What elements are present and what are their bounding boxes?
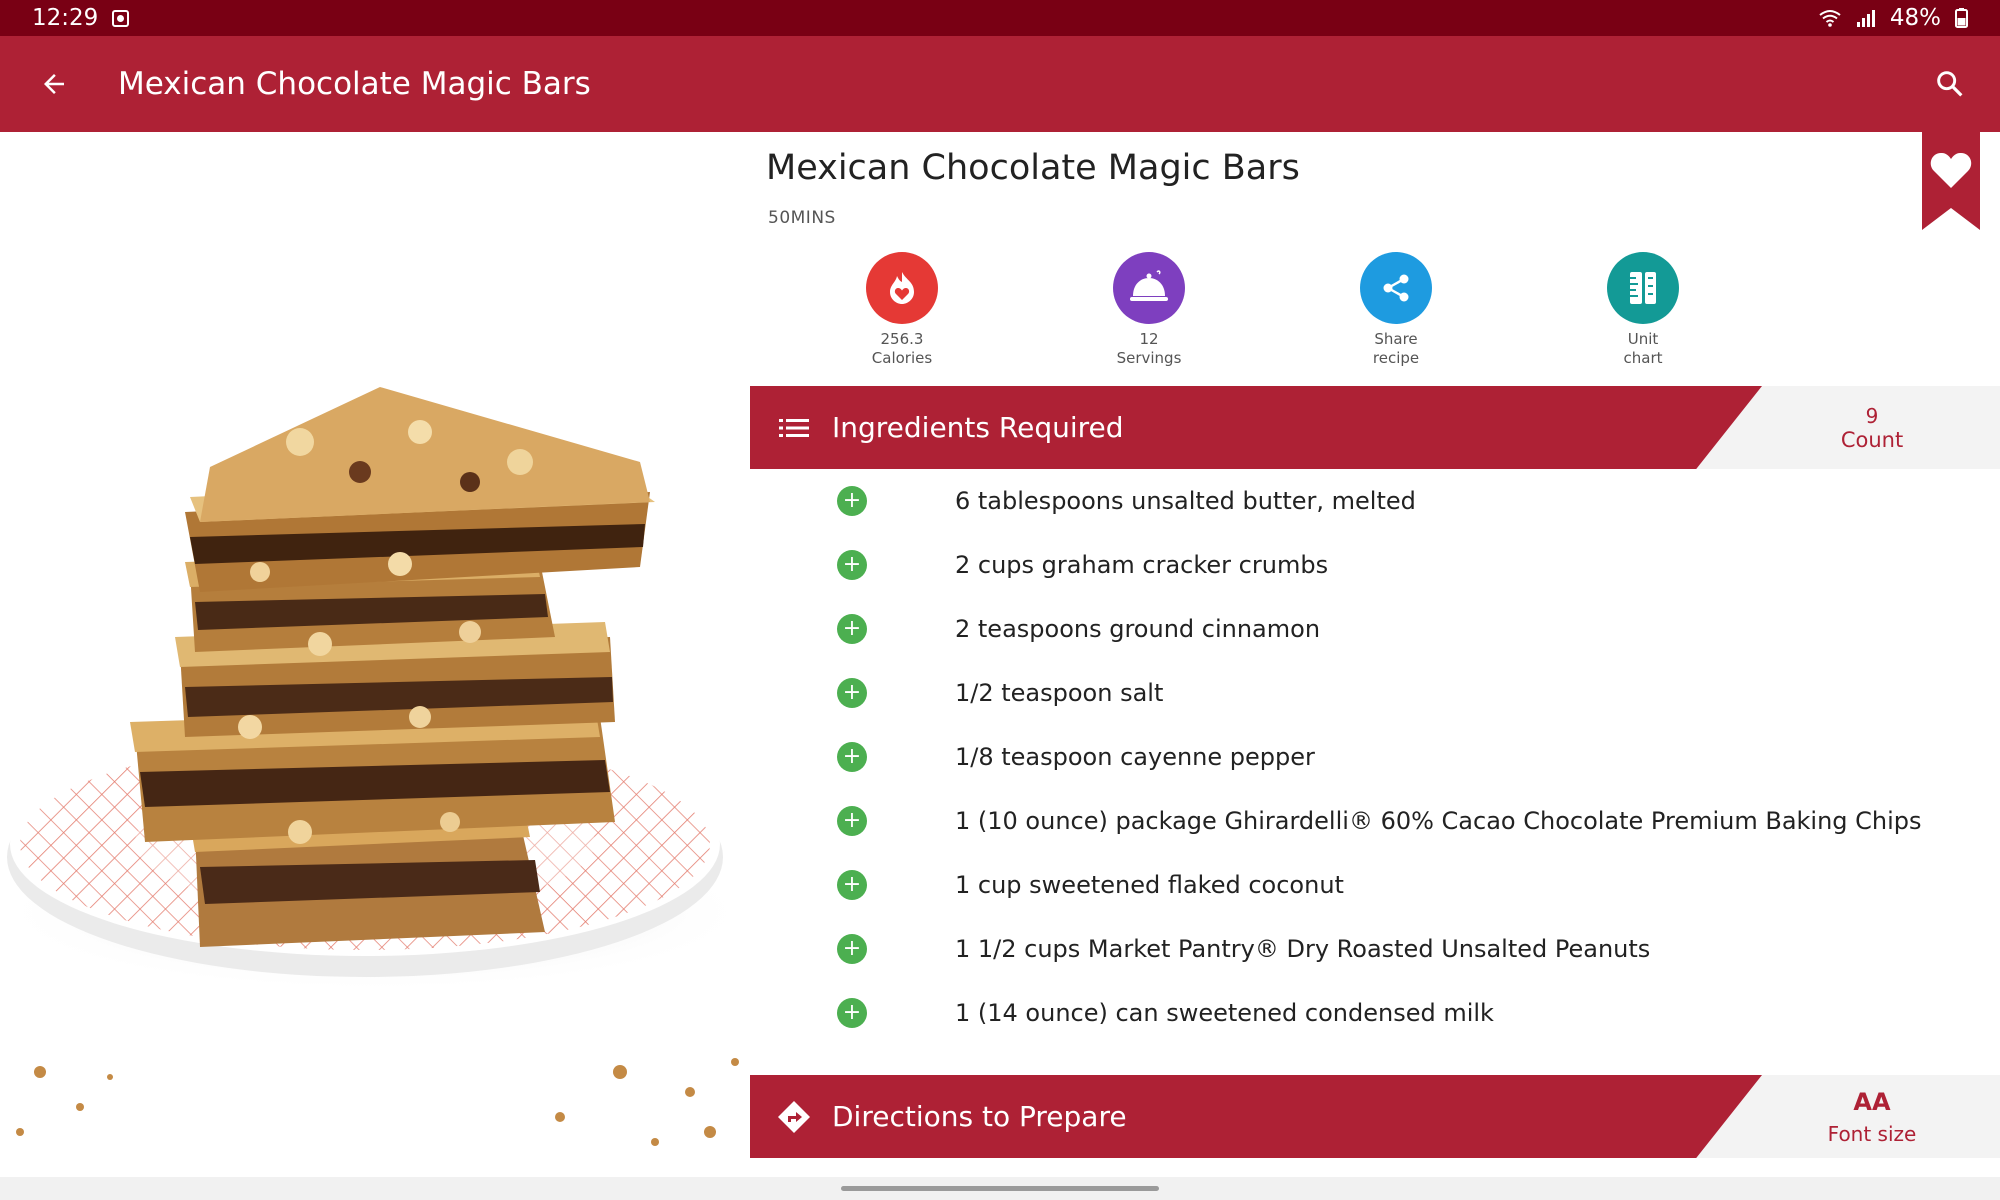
plus-icon: + bbox=[842, 936, 862, 961]
share-label-line2: recipe bbox=[1372, 349, 1420, 367]
recipe-detail: Mexican Chocolate Magic Bars 50MINS 256.… bbox=[750, 132, 2000, 1177]
directions-header[interactable]: Directions to Prepare AA Font size bbox=[750, 1075, 2000, 1158]
back-button[interactable] bbox=[26, 56, 82, 112]
home-handle[interactable] bbox=[841, 1186, 1159, 1191]
app-bar: Mexican Chocolate Magic Bars bbox=[0, 36, 2000, 132]
add-ingredient-button[interactable]: + bbox=[837, 870, 867, 900]
ingredient-row: + 1 (10 ounce) package Ghirardelli® 60% … bbox=[750, 789, 2000, 853]
ingredient-row: + 1 cup sweetened flaked coconut bbox=[750, 853, 2000, 917]
ingredient-text: 2 cups graham cracker crumbs bbox=[955, 551, 1329, 579]
ingredient-count-label: Count bbox=[1840, 427, 1904, 452]
ingredient-text: 1/8 teaspoon cayenne pepper bbox=[955, 743, 1315, 771]
plus-icon: + bbox=[842, 744, 862, 769]
recipe-title: Mexican Chocolate Magic Bars bbox=[766, 148, 1300, 188]
battery-icon bbox=[1955, 8, 1968, 28]
status-bar: 12:29 48% bbox=[0, 0, 2000, 36]
ingredient-row: + 1 1/2 cups Market Pantry® Dry Roasted … bbox=[750, 917, 2000, 981]
calories-label: Calories bbox=[871, 349, 933, 367]
add-ingredient-button[interactable]: + bbox=[837, 806, 867, 836]
add-ingredient-button[interactable]: + bbox=[837, 486, 867, 516]
arrow-back-icon bbox=[44, 74, 64, 94]
ingredient-count: 9 Count bbox=[1744, 386, 2000, 469]
recipe-time: 50MINS bbox=[768, 208, 836, 228]
ingredient-row: + 1/2 teaspoon salt bbox=[750, 661, 2000, 725]
ingredient-row: + 2 teaspoons ground cinnamon bbox=[750, 597, 2000, 661]
add-ingredient-button[interactable]: + bbox=[837, 614, 867, 644]
wifi-icon bbox=[1819, 10, 1841, 27]
directions-title: Directions to Prepare bbox=[832, 1100, 1127, 1133]
ingredient-text: 6 tablespoons unsalted butter, melted bbox=[955, 487, 1416, 515]
ingredient-count-value: 9 bbox=[1865, 403, 1879, 428]
share-recipe-button[interactable]: Share recipe bbox=[1316, 252, 1476, 368]
ingredients-title: Ingredients Required bbox=[832, 411, 1124, 444]
plus-icon: + bbox=[842, 488, 862, 513]
servings-stat[interactable]: 12 Servings bbox=[1069, 252, 1229, 368]
ingredient-text: 1 cup sweetened flaked coconut bbox=[955, 871, 1344, 899]
add-ingredient-button[interactable]: + bbox=[837, 934, 867, 964]
add-ingredient-button[interactable]: + bbox=[837, 678, 867, 708]
calories-value: 256.3 bbox=[880, 330, 924, 348]
ingredient-row: + 1 (14 ounce) can sweetened condensed m… bbox=[750, 981, 2000, 1045]
plus-icon: + bbox=[842, 808, 862, 833]
list-icon bbox=[774, 408, 814, 448]
unit-chart-icon bbox=[1607, 252, 1679, 324]
add-ingredient-button[interactable]: + bbox=[837, 742, 867, 772]
calories-icon bbox=[866, 252, 938, 324]
ingredient-text: 1 (14 ounce) can sweetened condensed mil… bbox=[955, 999, 1494, 1027]
servings-icon bbox=[1113, 252, 1185, 324]
ingredient-row: + 1/8 teaspoon cayenne pepper bbox=[750, 725, 2000, 789]
add-ingredient-button[interactable]: + bbox=[837, 550, 867, 580]
unit-chart-button[interactable]: Unit chart bbox=[1563, 252, 1723, 368]
plus-icon: + bbox=[842, 680, 862, 705]
add-ingredient-button[interactable]: + bbox=[837, 998, 867, 1028]
servings-label: Servings bbox=[1116, 349, 1182, 367]
ingredient-row: + 6 tablespoons unsalted butter, melted bbox=[750, 469, 2000, 533]
font-size-icon: AA bbox=[1853, 1087, 1891, 1116]
favorite-button[interactable] bbox=[1922, 132, 1980, 230]
share-label-line1: Share bbox=[1374, 330, 1418, 348]
search-button[interactable] bbox=[1922, 56, 1978, 112]
unit-chart-label-line2: chart bbox=[1623, 349, 1663, 367]
plus-icon: + bbox=[842, 1000, 862, 1025]
plus-icon: + bbox=[842, 552, 862, 577]
gesture-nav-bar bbox=[0, 1177, 2000, 1200]
ingredient-text: 1 1/2 cups Market Pantry® Dry Roasted Un… bbox=[955, 935, 1651, 963]
app-bar-title: Mexican Chocolate Magic Bars bbox=[118, 66, 591, 102]
unit-chart-label-line1: Unit bbox=[1627, 330, 1659, 348]
calories-stat[interactable]: 256.3 Calories bbox=[822, 252, 982, 368]
plus-icon: + bbox=[842, 616, 862, 641]
recipe-stats: 256.3 Calories 12 Servings Share recipe … bbox=[750, 252, 2000, 372]
ingredient-row: + 2 cups graham cracker crumbs bbox=[750, 533, 2000, 597]
ingredient-text: 1 (10 ounce) package Ghirardelli® 60% Ca… bbox=[955, 807, 1922, 835]
plus-icon: + bbox=[842, 872, 862, 897]
notification-icon bbox=[112, 9, 130, 27]
ingredient-text: 1/2 teaspoon salt bbox=[955, 679, 1164, 707]
recipe-photo bbox=[0, 132, 750, 1177]
battery-percent: 48% bbox=[1889, 5, 1941, 31]
status-time: 12:29 bbox=[32, 5, 99, 31]
share-icon bbox=[1360, 252, 1432, 324]
servings-value: 12 bbox=[1139, 330, 1159, 348]
ingredients-header: Ingredients Required 9 Count bbox=[750, 386, 2000, 469]
directions-icon bbox=[774, 1097, 814, 1137]
font-size-button[interactable]: AA Font size bbox=[1744, 1075, 2000, 1158]
font-size-label: Font size bbox=[1827, 1121, 1917, 1146]
signal-icon bbox=[1856, 10, 1875, 27]
ingredient-text: 2 teaspoons ground cinnamon bbox=[955, 615, 1321, 643]
search-icon bbox=[1937, 71, 1963, 97]
